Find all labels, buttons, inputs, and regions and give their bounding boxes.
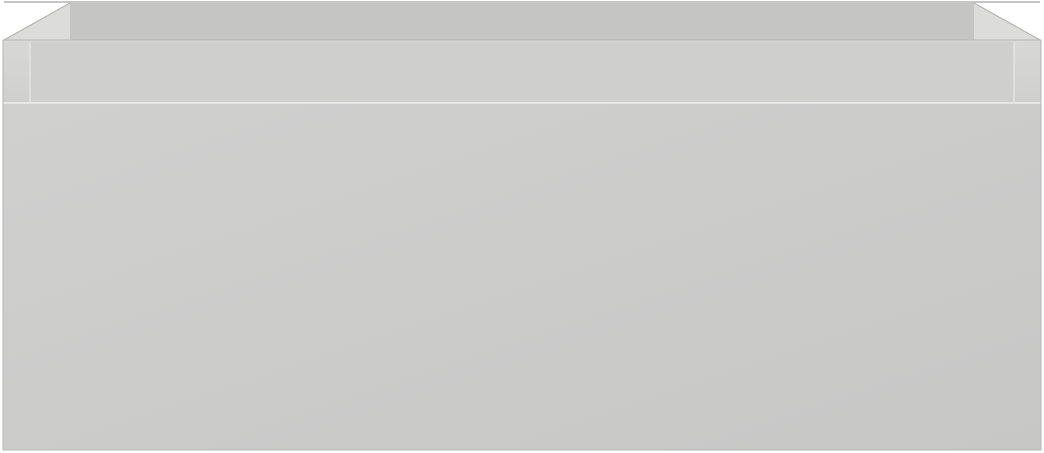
- drawer-front-panel: [3, 103, 1041, 450]
- drawer-inner-back: [70, 3, 974, 41]
- drawer-render-canvas: [0, 0, 1044, 453]
- drawer-illustration: [2, 1, 1042, 451]
- drawer-rim-recess: [30, 42, 1014, 102]
